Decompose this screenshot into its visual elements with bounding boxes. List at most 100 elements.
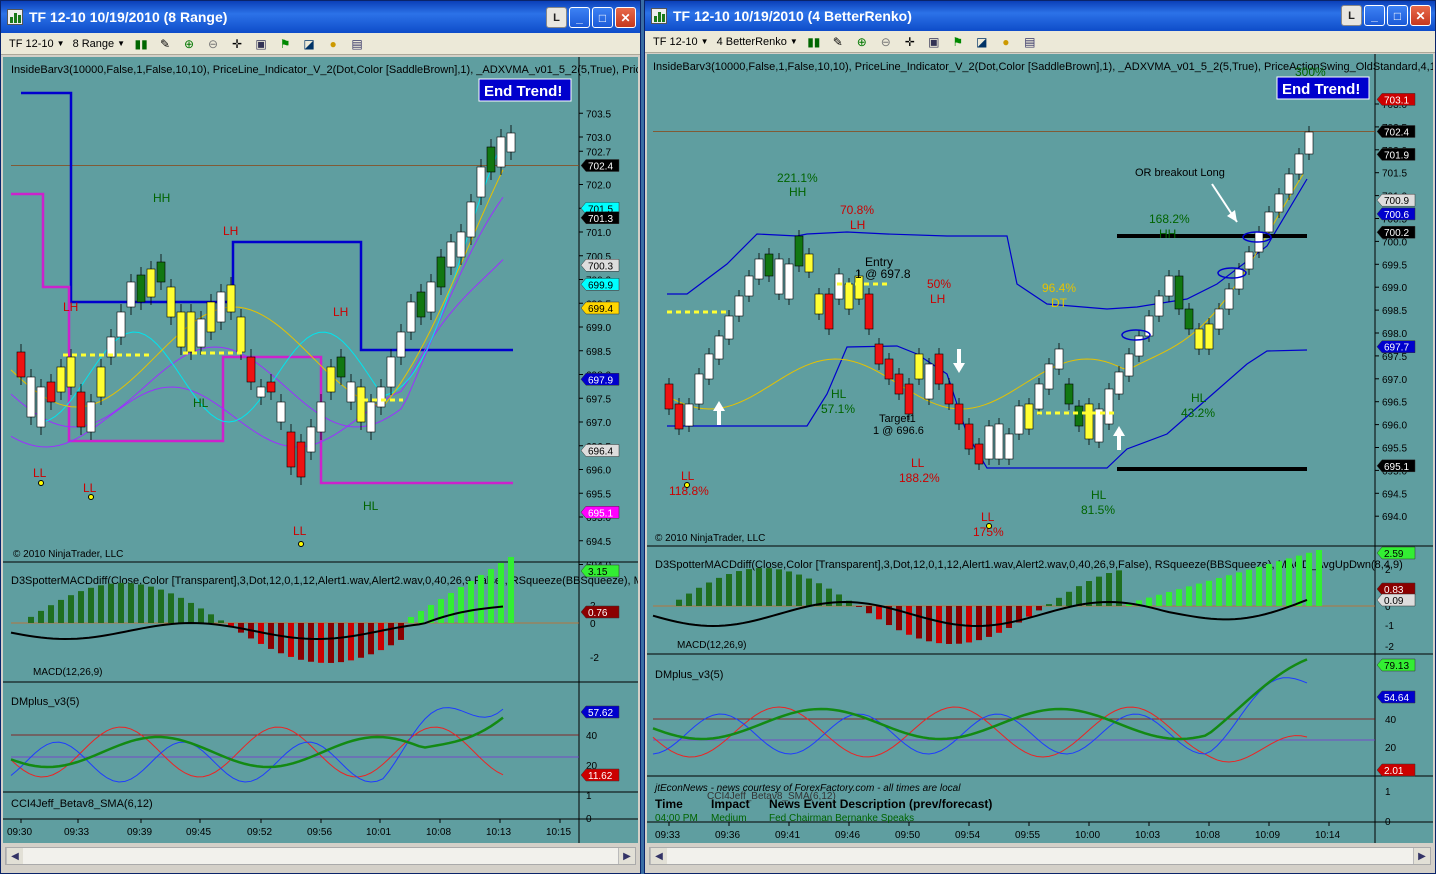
- indicator-legend: InsideBarv3(10000,False,1,False,10,10), …: [11, 64, 638, 76]
- right-chart-window[interactable]: TF 12-10 10/19/2010 (4 BetterRenko) L _ …: [644, 0, 1436, 874]
- macd-bar: [736, 571, 742, 606]
- macd-tick-label: -1: [1385, 621, 1394, 632]
- left-chart-area[interactable]: InsideBarv3(10000,False,1,False,10,10), …: [3, 57, 640, 843]
- macd-bar: [48, 605, 54, 623]
- macd-bar: [756, 568, 762, 606]
- price-tag-label: 703.1: [1384, 95, 1409, 106]
- right-chart-area[interactable]: InsideBarv3(10000,False,1,False,10,10), …: [647, 54, 1435, 843]
- price-tag-label: 700.9: [1384, 196, 1409, 207]
- news-header-impact: Impact: [711, 797, 750, 811]
- swing-pct-label: 43.2%: [1181, 406, 1215, 420]
- macd-bar: [1026, 606, 1032, 617]
- swing-pct-label: 50%: [927, 277, 951, 291]
- macd-bar: [218, 620, 224, 623]
- candle: [1044, 363, 1054, 390]
- crosshair-icon[interactable]: ✛: [902, 34, 918, 50]
- macd-bar: [766, 568, 772, 606]
- macd-bar: [966, 606, 972, 643]
- left-chart-window[interactable]: TF 12-10 10/19/2010 (8 Range) L _ □ ✕ TF…: [0, 0, 641, 874]
- strategy-icon[interactable]: ⚑: [950, 34, 966, 50]
- properties-icon[interactable]: ▣: [253, 36, 269, 52]
- end-trend-label: End Trend!: [484, 83, 562, 100]
- scroll-right-icon[interactable]: ▶: [1413, 848, 1430, 864]
- draw-tool-icon[interactable]: ✎: [157, 36, 173, 52]
- scroll-right-icon[interactable]: ▶: [618, 848, 635, 864]
- scroll-left-icon[interactable]: ◀: [6, 848, 23, 864]
- period-dropdown[interactable]: 4 BetterRenko ▼: [717, 36, 798, 48]
- zoom-out-icon[interactable]: ⊖: [205, 36, 221, 52]
- zoom-in-icon[interactable]: ⊕: [854, 34, 870, 50]
- link-button[interactable]: L: [1341, 5, 1362, 26]
- macd-bar: [508, 557, 514, 623]
- macd-bar: [88, 587, 94, 623]
- indicators-icon[interactable]: ◪: [974, 34, 990, 50]
- minimize-button[interactable]: _: [1364, 5, 1385, 26]
- target-label: Target1: [879, 413, 916, 425]
- candle: [844, 283, 854, 310]
- instrument-dropdown[interactable]: TF 12-10 ▼: [9, 38, 65, 50]
- right-horizontal-scrollbar[interactable]: ◀ ▶: [649, 847, 1431, 865]
- close-button[interactable]: ✕: [1410, 5, 1431, 26]
- price-tag-label: 700.3: [588, 261, 613, 272]
- link-button[interactable]: L: [546, 7, 567, 28]
- candle: [884, 358, 894, 380]
- close-button[interactable]: ✕: [615, 7, 636, 28]
- macd-bar: [986, 606, 992, 637]
- cci-tick-label: 0: [1385, 817, 1391, 828]
- right-title-bar[interactable]: TF 12-10 10/19/2010 (4 BetterRenko) L _ …: [645, 1, 1435, 31]
- macd-bar: [118, 583, 124, 623]
- macd-bar: [448, 593, 454, 623]
- left-chart-canvas[interactable]: InsideBarv3(10000,False,1,False,10,10), …: [3, 57, 640, 843]
- right-chart-canvas[interactable]: InsideBarv3(10000,False,1,False,10,10), …: [647, 54, 1435, 843]
- macd-bar: [926, 606, 932, 642]
- dm-tick-label: 40: [1385, 715, 1397, 726]
- zoom-out-icon[interactable]: ⊖: [878, 34, 894, 50]
- crosshair-icon[interactable]: ✛: [229, 36, 245, 52]
- macd-bar: [478, 575, 484, 623]
- candle: [664, 383, 674, 410]
- left-horizontal-scrollbar[interactable]: ◀ ▶: [5, 847, 636, 865]
- candle: [1074, 405, 1084, 427]
- instrument-dropdown[interactable]: TF 12-10 ▼: [653, 36, 709, 48]
- time-tick-label: 10:15: [546, 827, 571, 838]
- price-tick-label: 696.0: [586, 466, 611, 477]
- candle: [256, 386, 266, 398]
- macd-bar: [438, 599, 444, 623]
- bar-type-icon[interactable]: ▮▮: [806, 34, 822, 50]
- macd-bar: [468, 581, 474, 623]
- candle: [794, 235, 804, 267]
- maximize-button[interactable]: □: [1387, 5, 1408, 26]
- macd-bar: [1116, 570, 1122, 606]
- candle: [914, 353, 924, 380]
- strategy-icon[interactable]: ⚑: [277, 36, 293, 52]
- bar-type-icon[interactable]: ▮▮: [133, 36, 149, 52]
- indicators-icon[interactable]: ◪: [301, 36, 317, 52]
- macd-bar: [148, 586, 154, 623]
- maximize-button[interactable]: □: [592, 7, 613, 28]
- scroll-left-icon[interactable]: ◀: [650, 848, 667, 864]
- data-box-icon[interactable]: ▤: [1022, 34, 1038, 50]
- draw-tool-icon[interactable]: ✎: [830, 34, 846, 50]
- chart-trader-icon[interactable]: ●: [998, 34, 1014, 50]
- zoom-in-icon[interactable]: ⊕: [181, 36, 197, 52]
- chart-trader-icon[interactable]: ●: [325, 36, 341, 52]
- time-tick-label: 09:39: [127, 827, 152, 838]
- swing-dot: [298, 541, 304, 547]
- data-box-icon[interactable]: ▤: [349, 36, 365, 52]
- macd-bar: [188, 602, 194, 623]
- entry-detail-label: 1 @ 697.8: [855, 267, 911, 281]
- price-tick-label: 703.0: [586, 133, 611, 144]
- macd-tick-label: 0: [590, 619, 596, 630]
- minimize-button[interactable]: _: [569, 7, 590, 28]
- left-title-bar[interactable]: TF 12-10 10/19/2010 (8 Range) L _ □ ✕: [1, 1, 640, 33]
- candle: [436, 256, 446, 288]
- time-tick-label: 10:14: [1315, 830, 1340, 841]
- macd-bar: [726, 574, 732, 606]
- candle: [964, 423, 974, 450]
- candle: [236, 316, 246, 353]
- period-dropdown[interactable]: 8 Range ▼: [73, 38, 126, 50]
- candle: [276, 401, 286, 423]
- candle: [814, 293, 824, 315]
- candle: [286, 431, 296, 468]
- properties-icon[interactable]: ▣: [926, 34, 942, 50]
